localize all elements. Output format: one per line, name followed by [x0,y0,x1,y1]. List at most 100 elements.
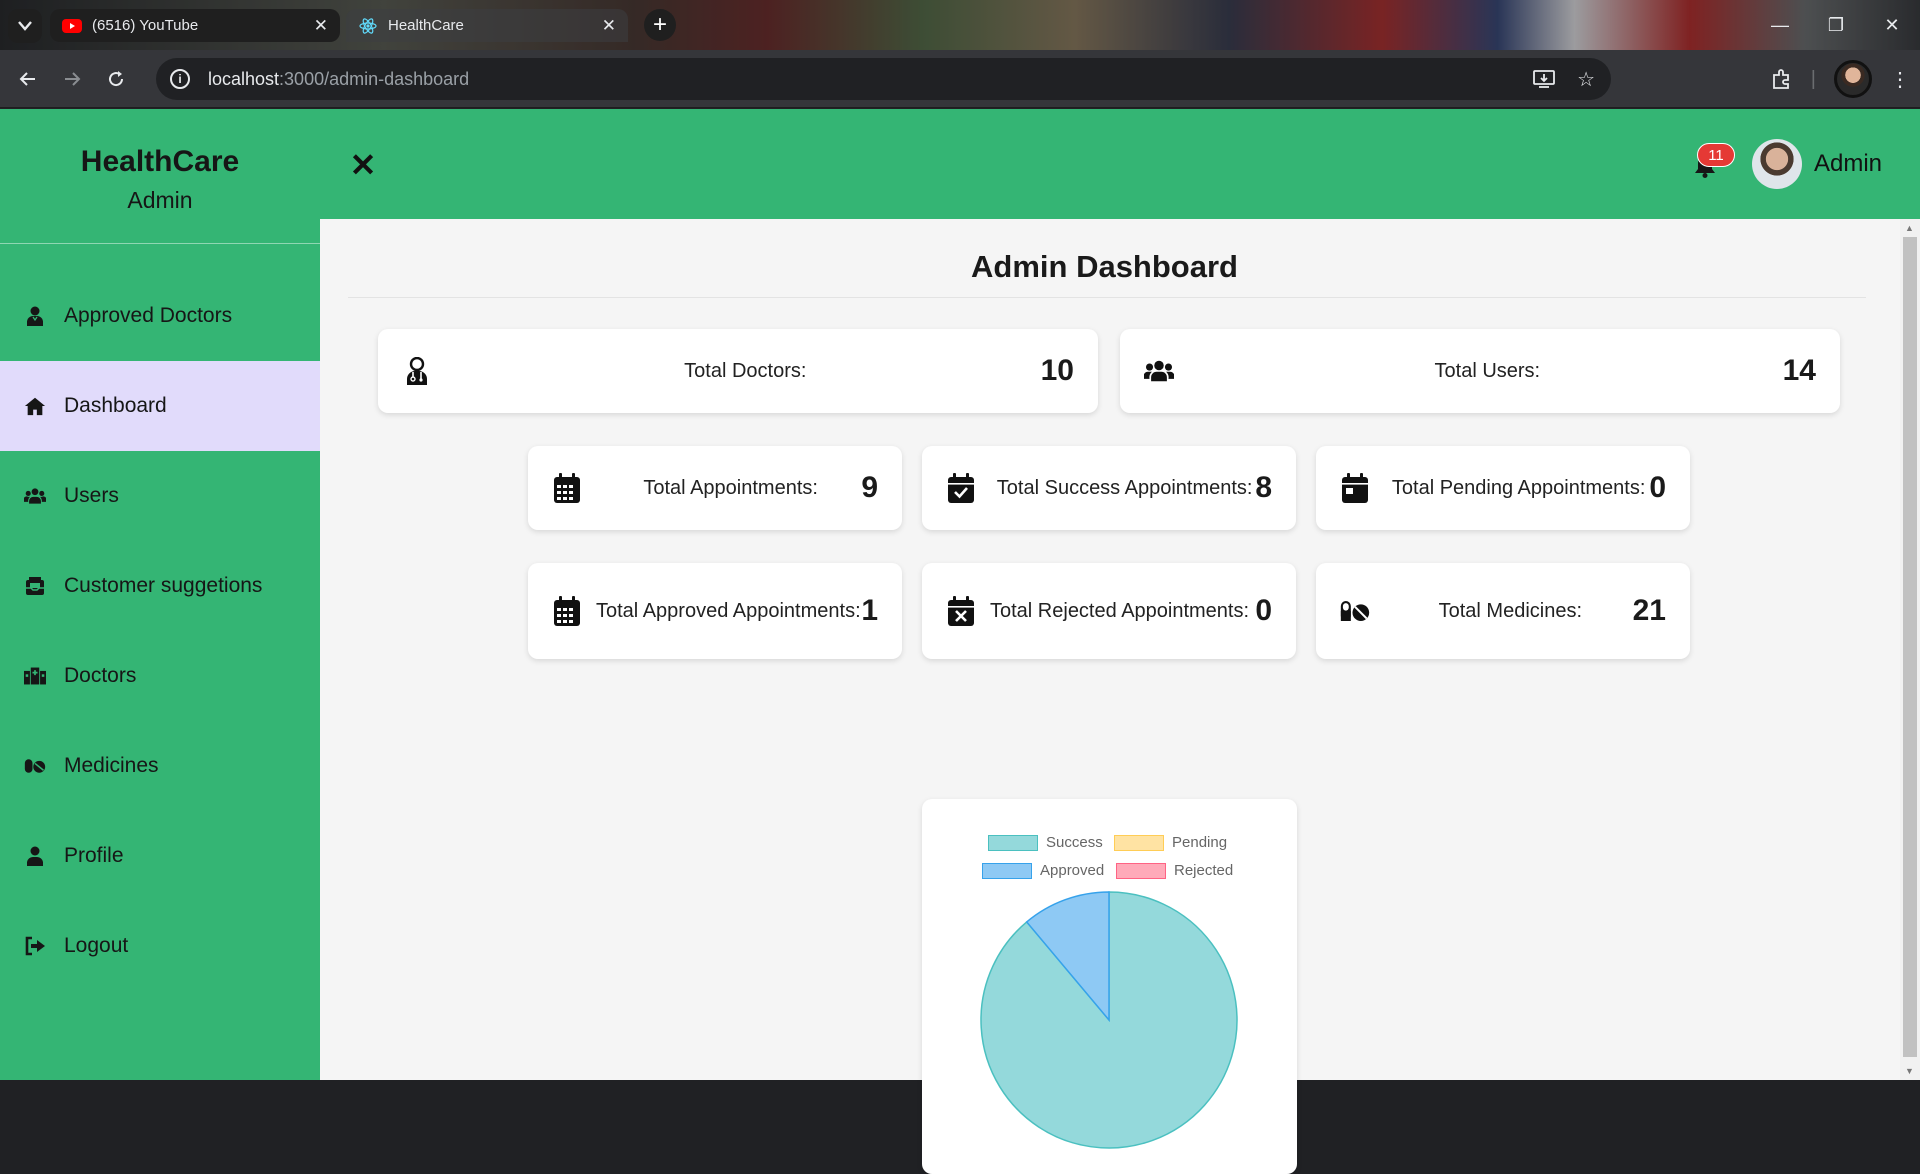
sidebar-item-label: Users [64,484,119,507]
doctor-icon [24,305,46,327]
sidebar-item-label: Profile [64,844,124,867]
stat-label: Total Users: [1434,359,1541,382]
stat-value: 9 [861,471,878,504]
stat-card-total-rejected: Total Rejected Appointments: 0 [922,563,1296,659]
users-icon [24,485,46,507]
sidebar-item-dashboard[interactable]: Dashboard [0,361,320,451]
sidebar-item-medicines[interactable]: Medicines [0,721,320,811]
close-sidebar-icon[interactable]: ✕ [347,149,379,181]
pills-icon [24,755,46,777]
reload-icon[interactable] [100,63,132,95]
stat-card-total-medicines: Total Medicines: 21 [1316,563,1690,659]
sidebar-item-customer-suggestions[interactable]: Customer suggetions [0,541,320,631]
sidebar-item-label: Dashboard [64,394,167,417]
title-divider [348,297,1866,298]
stat-card-total-users: Total Users: 14 [1120,329,1840,413]
sidebar-item-label: Approved Doctors [64,304,233,327]
toolbar-divider: | [1810,67,1816,90]
tab-youtube[interactable]: (6516) YouTube ✕ [50,9,340,42]
address-bar-row: i localhost:3000/admin-dashboard ☆ | ⋮ [0,50,1920,108]
extensions-icon[interactable] [1771,68,1793,90]
sidebar-item-doctors[interactable]: Doctors [0,631,320,721]
sidebar-item-logout[interactable]: Logout [0,901,320,991]
stat-label: Total Rejected Appointments: [990,599,1250,622]
tab-healthcare[interactable]: HealthCare ✕ [346,9,628,42]
back-icon[interactable] [12,63,44,95]
url-host: localhost [208,68,280,89]
tab-close-icon[interactable]: ✕ [602,16,616,36]
scrollbar-thumb[interactable] [1903,237,1917,1057]
sidebar-menu: Approved Doctors Dashboard Users Custome… [0,271,320,991]
sidebar-item-approved-doctors[interactable]: Approved Doctors [0,271,320,361]
site-info-icon[interactable]: i [170,69,190,89]
url-field[interactable]: i localhost:3000/admin-dashboard ☆ [156,58,1611,100]
browser-menu-icon[interactable]: ⋮ [1890,67,1910,92]
inbox-icon [24,575,46,597]
close-window-icon[interactable]: ✕ [1864,0,1920,50]
home-icon [24,395,46,417]
appointments-pie-chart: Success Pending Approved Rejected [922,799,1297,1174]
react-icon [358,17,378,34]
tab-close-icon[interactable]: ✕ [314,16,328,36]
pie-svg [980,891,1238,1149]
stat-value: 14 [1782,354,1816,387]
stat-card-total-doctors: Total Doctors: 10 [378,329,1098,413]
stat-card-total-approved: Total Approved Appointments: 1 [528,563,902,659]
calendar-icon [552,473,582,503]
tab-title: HealthCare [388,17,464,34]
browser-tab-strip: (6516) YouTube ✕ HealthCare ✕ + — ❐ ✕ [0,0,1920,50]
tab-search-button[interactable] [8,9,42,43]
sidebar-item-profile[interactable]: Profile [0,811,320,901]
sidebar-item-label: Logout [64,934,129,957]
stat-value: 1 [861,594,878,627]
app-root: HealthCare Admin Approved Doctors Dashbo… [0,109,1920,1174]
stat-value: 8 [1255,471,1272,504]
stat-card-total-success: Total Success Appointments: 8 [922,446,1296,530]
restore-icon[interactable]: ❐ [1808,0,1864,50]
calendar-x-icon [946,596,976,626]
page-scrollbar[interactable]: ▲ ▼ [1900,219,1920,1080]
doctor-icon [402,356,432,386]
logout-icon [24,935,46,957]
calendar-icon [552,596,582,626]
forward-icon[interactable] [56,63,88,95]
bookmark-star-icon[interactable]: ☆ [1577,67,1595,92]
stat-label: Total Medicines: [1438,599,1583,622]
top-header: ✕ 11 Admin [320,109,1920,219]
user-icon [24,845,46,867]
new-tab-button[interactable]: + [644,9,676,41]
page-title: Admin Dashboard [971,249,1238,284]
stat-label: Total Pending Appointments: [1391,476,1646,499]
users-icon [1144,356,1174,386]
sidebar-item-label: Customer suggetions [64,574,263,597]
calendar-check-icon [946,473,976,503]
window-controls: — ❐ ✕ [1752,0,1920,50]
stat-label: Total Appointments: [643,476,818,499]
sidebar-item-label: Doctors [64,664,137,687]
youtube-icon [62,18,82,34]
avatar[interactable] [1752,139,1802,189]
chevron-down-icon [18,21,32,31]
user-name: Admin [1814,150,1883,177]
main-content: Admin Dashboard Total Doctors: 10 Total … [320,219,1900,1174]
minimize-icon[interactable]: — [1752,0,1808,50]
pills-icon [1340,596,1370,626]
notification-badge[interactable]: 11 [1697,143,1735,167]
stat-value: 0 [1649,471,1666,504]
stat-label: Total Success Appointments: [996,476,1253,499]
scroll-up-icon[interactable]: ▲ [1905,223,1914,233]
brand-role: Admin [127,187,193,213]
browser-profile-avatar[interactable] [1834,60,1872,98]
url-path: :3000/admin-dashboard [279,68,470,89]
scroll-down-icon[interactable]: ▼ [1905,1066,1914,1076]
brand-name: HealthCare [80,145,240,178]
install-app-icon[interactable] [1533,69,1555,89]
stat-card-total-pending: Total Pending Appointments: 0 [1316,446,1690,530]
sidebar-item-users[interactable]: Users [0,451,320,541]
hospital-icon [24,665,46,687]
stat-value: 0 [1255,594,1272,627]
stat-label: Total Approved Appointments: [596,600,861,622]
tab-title: (6516) YouTube [92,17,199,34]
stat-card-total-appointments: Total Appointments: 9 [528,446,902,530]
sidebar-brand: HealthCare Admin [0,109,320,244]
